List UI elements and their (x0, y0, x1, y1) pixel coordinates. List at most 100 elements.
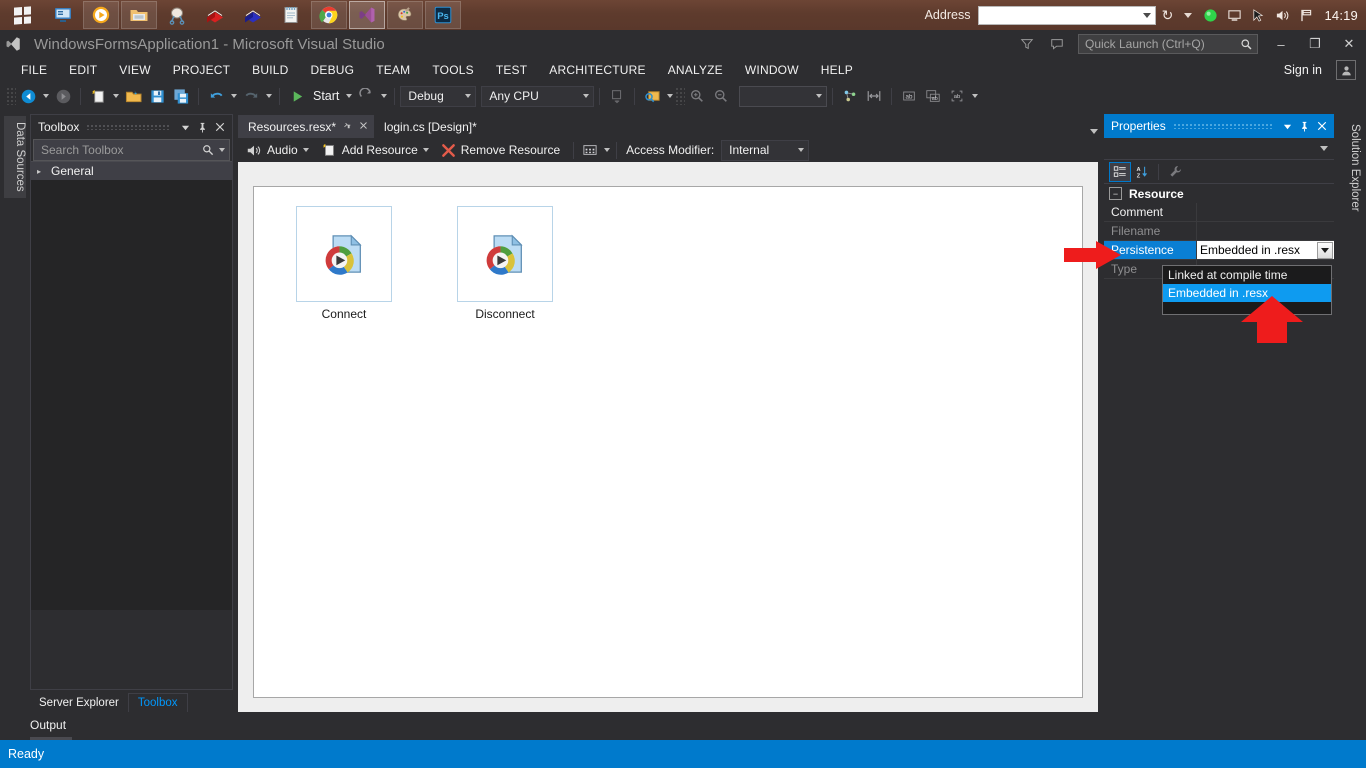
taskbar-visual-studio-icon[interactable] (349, 1, 385, 29)
sign-in-link[interactable]: Sign in (1284, 63, 1336, 77)
tab-toolbox[interactable]: Toolbox (128, 693, 188, 712)
access-modifier-combo[interactable]: Internal (721, 140, 809, 161)
object-browser-icon[interactable] (838, 84, 862, 108)
pin-icon[interactable] (344, 121, 353, 133)
refresh-button[interactable]: ↻ (1156, 4, 1178, 26)
new-item-dropdown[interactable] (110, 94, 121, 98)
menu-debug[interactable]: DEBUG (300, 60, 366, 80)
restore-button[interactable]: ❐ (1298, 30, 1332, 58)
address-input[interactable] (978, 6, 1156, 25)
property-value-editor[interactable]: Embedded in .resx (1197, 241, 1334, 259)
ab-box-icon[interactable]: ab (897, 84, 921, 108)
property-row-filename[interactable]: Filename (1104, 222, 1334, 241)
view-mode-dropdown[interactable] (601, 148, 612, 152)
menu-test[interactable]: TEST (485, 60, 538, 80)
undo-dropdown[interactable] (228, 94, 239, 98)
resource-thumbnail[interactable] (296, 206, 392, 302)
ab-bracket-icon[interactable]: ab (945, 84, 969, 108)
menu-analyze[interactable]: ANALYZE (657, 60, 734, 80)
chevron-down-icon[interactable] (1090, 129, 1098, 134)
restart-icon[interactable] (354, 84, 378, 108)
chevron-down-icon[interactable] (177, 118, 194, 136)
account-icon[interactable] (1336, 60, 1356, 80)
taskbar-remote-desktop-icon[interactable] (45, 1, 81, 29)
taskbar-notepad-icon[interactable] (273, 1, 309, 29)
chevron-down-icon[interactable] (1279, 117, 1296, 135)
find-dropdown[interactable] (664, 94, 675, 98)
expander-collapse-icon[interactable]: − (1109, 187, 1122, 200)
toolbar-grip[interactable] (675, 87, 685, 105)
toolbox-search-input[interactable]: Search Toolbox (33, 139, 230, 161)
navigate-back-icon[interactable] (16, 84, 40, 108)
zoom-in-icon[interactable] (685, 84, 709, 108)
tab-server-explorer[interactable]: Server Explorer (30, 694, 128, 712)
network-icon[interactable] (1222, 3, 1246, 27)
flag-icon[interactable] (1294, 3, 1318, 27)
close-icon[interactable] (211, 118, 228, 136)
doc-tab-login-cs-design[interactable]: login.cs [Design]* (374, 115, 483, 138)
document-tab-overflow[interactable] (1090, 129, 1098, 138)
find-in-files-icon[interactable] (640, 84, 664, 108)
start-dropdown[interactable] (343, 94, 354, 98)
resource-item-connect[interactable]: Connect (296, 206, 392, 321)
redo-dropdown[interactable] (263, 94, 274, 98)
menu-file[interactable]: FILE (10, 60, 58, 80)
property-value[interactable] (1197, 203, 1334, 221)
dropdown-option-linked[interactable]: Linked at compile time (1163, 266, 1331, 284)
toolbox-drag-handle[interactable] (86, 124, 170, 130)
configuration-combo[interactable]: Debug (400, 86, 476, 107)
properties-object-combo[interactable] (1104, 138, 1334, 160)
menu-tools[interactable]: TOOLS (421, 60, 484, 80)
properties-drag-handle[interactable] (1173, 123, 1272, 129)
taskbar-file-explorer-icon[interactable] (121, 1, 157, 29)
rail-tab-data-sources[interactable]: Data Sources (4, 116, 26, 198)
categorized-icon[interactable] (1109, 162, 1131, 182)
chevron-down-icon[interactable] (1143, 13, 1151, 18)
remove-resource-button[interactable]: Remove Resource (438, 139, 563, 161)
search-icon[interactable] (1240, 38, 1253, 51)
new-item-icon[interactable] (86, 84, 110, 108)
properties-wrench-icon[interactable] (1164, 162, 1186, 182)
green-orb-icon[interactable] (1198, 3, 1222, 27)
taskbar-snipping-tool-icon[interactable] (159, 1, 195, 29)
platform-combo[interactable]: Any CPU (481, 86, 594, 107)
toolbar-overflow-dropdown[interactable] (969, 94, 980, 98)
mouse-icon[interactable] (1246, 3, 1270, 27)
resource-thumbnail[interactable] (457, 206, 553, 302)
add-resource-button[interactable]: Add Resource (318, 139, 421, 161)
feedback-funnel-icon[interactable] (1012, 31, 1042, 57)
rail-tab-solution-explorer[interactable]: Solution Explorer (1339, 118, 1361, 218)
toolbox-group-general[interactable]: ▸ General (31, 161, 232, 180)
doc-tab-resources-resx[interactable]: Resources.resx* (238, 115, 374, 138)
start-button[interactable] (0, 0, 44, 30)
menu-build[interactable]: BUILD (241, 60, 299, 80)
start-button[interactable]: Start (309, 89, 343, 103)
minimize-button[interactable]: – (1264, 30, 1298, 58)
navigate-forward-icon[interactable] (51, 84, 75, 108)
search-icon[interactable] (202, 144, 214, 156)
close-button[interactable]: ✕ (1332, 30, 1366, 58)
undo-icon[interactable] (204, 84, 228, 108)
align-icon[interactable] (862, 84, 886, 108)
close-icon[interactable] (1313, 117, 1330, 135)
taskbar-blue-book-icon[interactable] (235, 1, 271, 29)
save-icon[interactable] (145, 84, 169, 108)
pin-icon[interactable] (194, 118, 211, 136)
resource-item-disconnect[interactable]: Disconnect (457, 206, 553, 321)
comment-icon[interactable] (1042, 31, 1072, 57)
add-resource-dropdown[interactable] (421, 148, 432, 152)
open-file-icon[interactable] (121, 84, 145, 108)
property-value[interactable] (1197, 222, 1334, 240)
menu-edit[interactable]: EDIT (58, 60, 108, 80)
restart-dropdown[interactable] (378, 94, 389, 98)
menu-architecture[interactable]: ARCHITECTURE (538, 60, 656, 80)
taskbar-media-player-icon[interactable] (83, 1, 119, 29)
taskbar-photoshop-icon[interactable]: Ps (425, 1, 461, 29)
resource-category-dropdown[interactable] (301, 148, 312, 152)
redo-icon[interactable] (239, 84, 263, 108)
volume-icon[interactable] (1270, 3, 1294, 27)
view-mode-button[interactable] (579, 139, 601, 161)
expander-triangle-icon[interactable]: ▸ (37, 167, 51, 176)
start-play-icon[interactable] (285, 84, 309, 108)
menu-view[interactable]: VIEW (108, 60, 161, 80)
